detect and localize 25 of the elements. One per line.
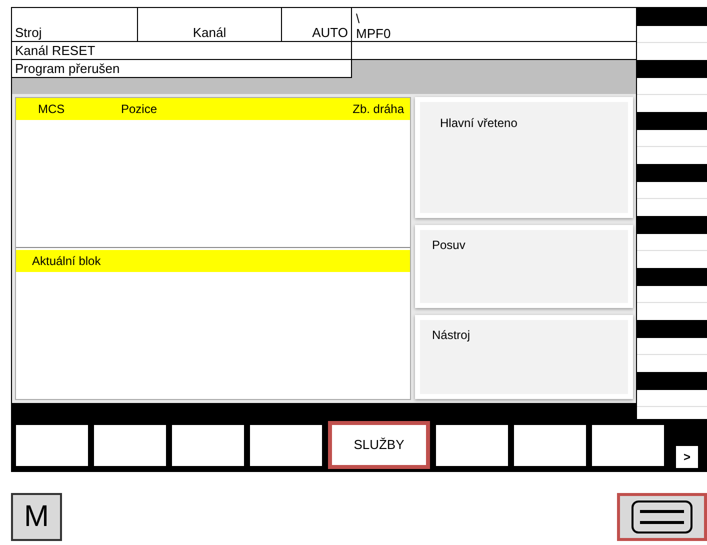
machine-label: Stroj — [15, 26, 42, 40]
card-title: Hlavní vřeteno — [440, 116, 518, 130]
channel-label: Kanál — [192, 26, 226, 40]
card-title: Nástroj — [432, 328, 470, 342]
menu-icon — [631, 500, 693, 534]
machine-button[interactable]: M — [11, 493, 62, 541]
column-header: Pozice — [121, 101, 158, 118]
card-title: Posuv — [432, 238, 466, 252]
mode-label: AUTO — [312, 26, 348, 40]
softkey[interactable] — [94, 424, 166, 466]
softkey[interactable] — [592, 424, 664, 466]
softkey[interactable]: SLUŽBY — [328, 421, 430, 469]
program-path: \ — [356, 12, 361, 27]
softkey[interactable] — [250, 424, 322, 466]
menu-button[interactable] — [617, 493, 707, 541]
program-name: MPF0 — [356, 26, 391, 41]
softkey[interactable] — [172, 424, 244, 466]
block-title: Aktuální blok — [31, 253, 101, 270]
softkey[interactable] — [16, 424, 88, 466]
softkey[interactable] — [514, 424, 586, 466]
column-header: MCS — [37, 101, 66, 118]
program-status: Program přerušen — [12, 60, 352, 78]
more-softkey[interactable]: > — [676, 446, 698, 468]
softkey[interactable] — [436, 424, 508, 466]
column-header: Zb. dráha — [352, 101, 404, 118]
